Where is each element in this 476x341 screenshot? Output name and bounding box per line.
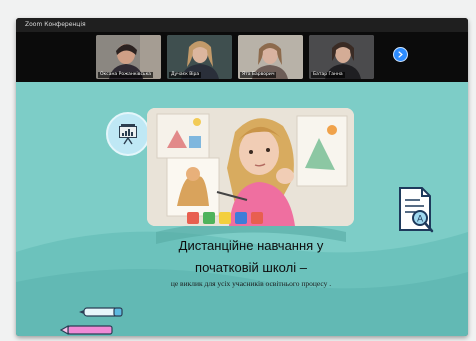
participant-tile-3[interactable]: Ята Барворич <box>238 35 303 79</box>
participant-name-3: Ята Барворич <box>240 72 277 78</box>
window-title-bar: Zoom Конференція <box>16 18 468 32</box>
presentation-badge <box>106 112 150 156</box>
chevron-right-icon <box>398 51 403 58</box>
participant-name-2: Дучаєк Віра <box>169 72 202 78</box>
participant-tile-2[interactable]: Дучаєк Віра <box>167 35 232 79</box>
svg-text:A: A <box>417 215 424 225</box>
participant-tile-4[interactable]: Батар Ганна <box>309 35 374 79</box>
slide-subtitle: це виклик для усіх учасників освітнього … <box>170 279 332 288</box>
participant-name-4: Батар Ганна <box>311 72 345 78</box>
slide-title-line-2: початковій школі – <box>195 260 307 275</box>
shared-slide: A Дистанційне навчання у початковій школ… <box>16 82 468 336</box>
girl-drawing-illustration <box>147 108 354 226</box>
zoom-window: Zoom Конференція Оксана Рожанківська Дуч… <box>16 18 468 336</box>
girl-drawing-photo <box>147 108 354 226</box>
presentation-board-icon <box>119 124 137 145</box>
participant-name-1: Оксана Рожанківська <box>98 72 154 78</box>
crayon-icon <box>60 324 113 336</box>
participants-strip: Оксана Рожанківська Дучаєк Віра Ята Барв… <box>16 32 468 82</box>
marker-pen-icon <box>79 307 123 317</box>
participant-tile-1[interactable]: Оксана Рожанківська <box>96 35 161 79</box>
next-participants-button[interactable] <box>393 47 408 62</box>
slide-title-line-1: Дистанційне навчання у <box>178 238 324 253</box>
window-title: Zoom Конференція <box>25 21 86 28</box>
document-search-icon: A <box>399 187 434 233</box>
